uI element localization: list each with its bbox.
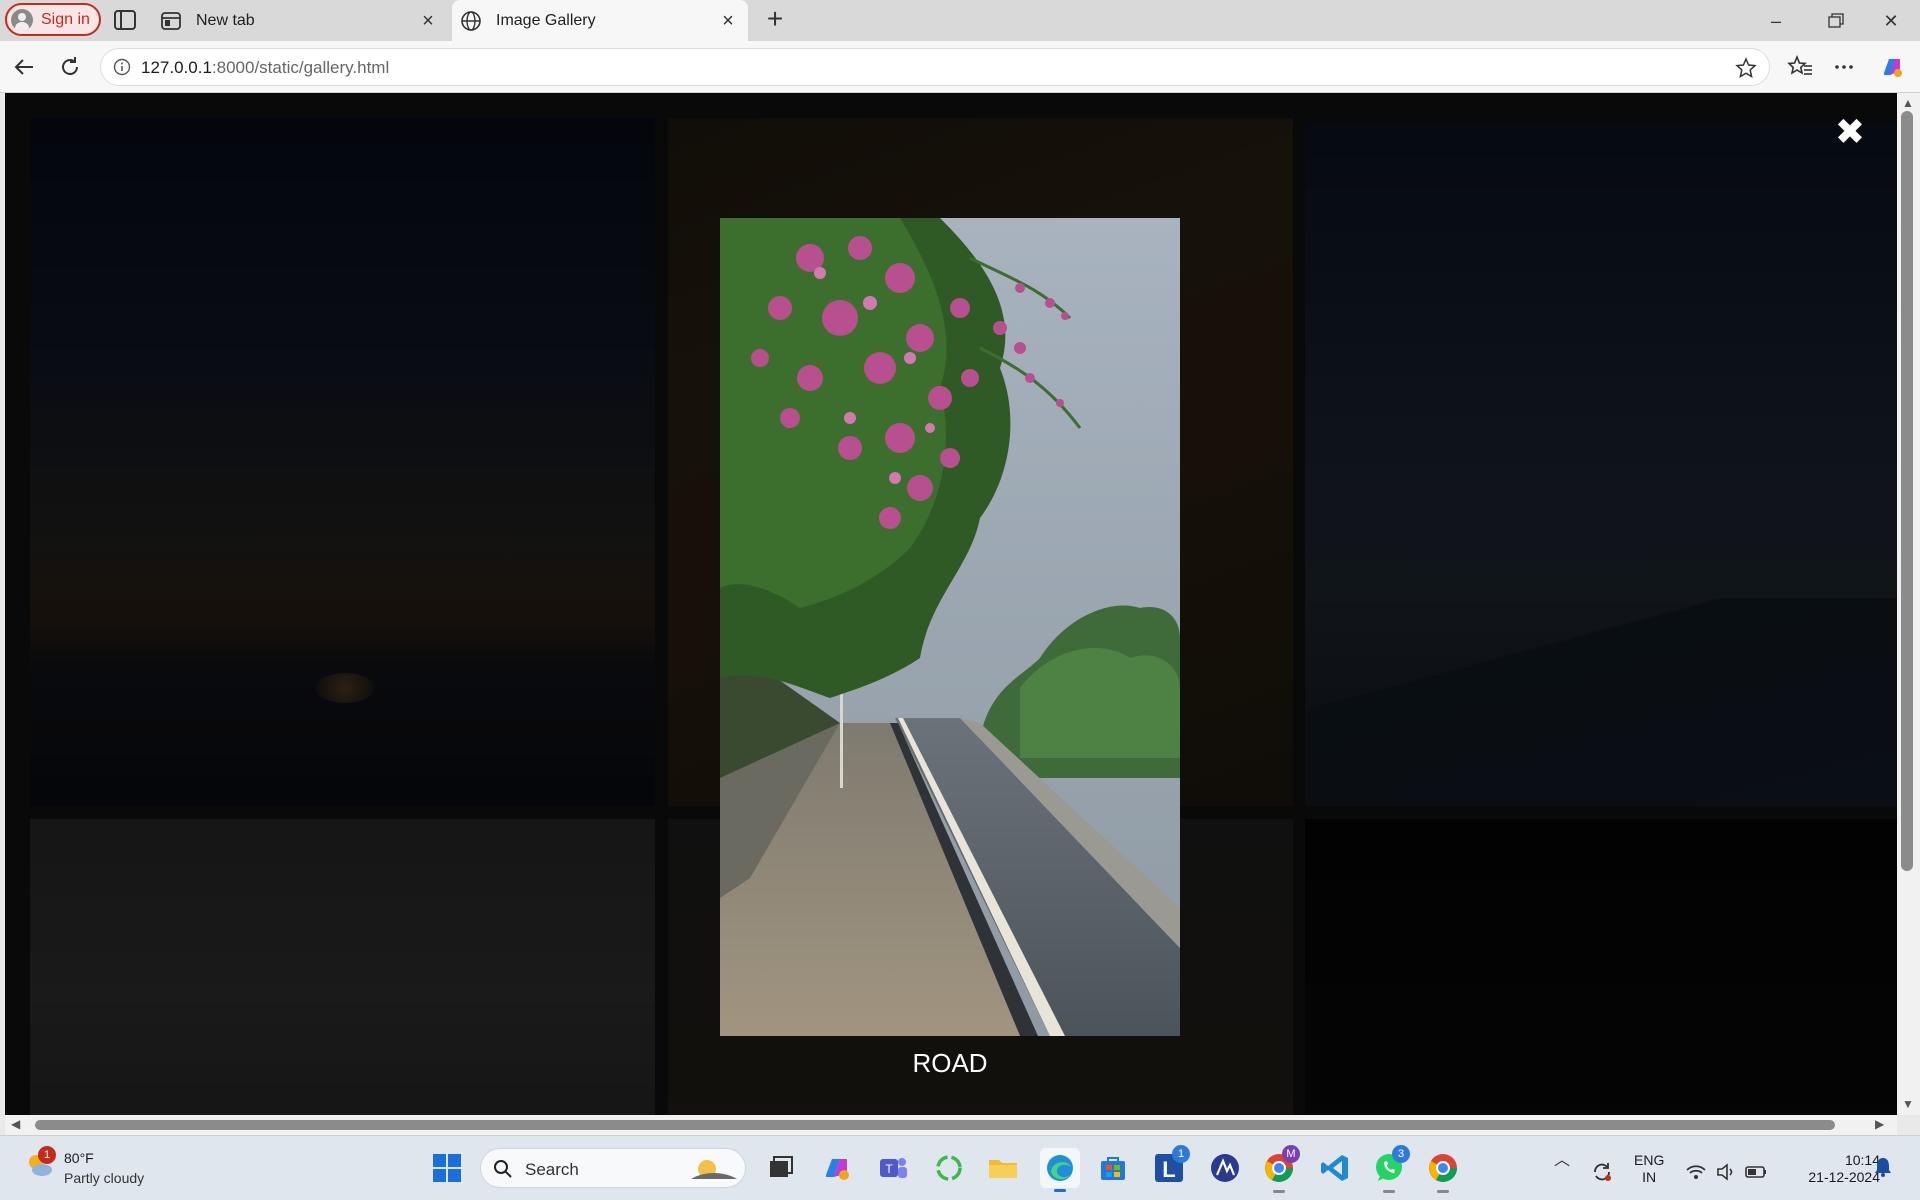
copilot-icon[interactable] xyxy=(1878,53,1906,81)
lightbox-image xyxy=(720,218,1180,1036)
vertical-scroll-thumb[interactable] xyxy=(1901,111,1913,871)
minimize-icon[interactable]: – xyxy=(1756,8,1796,34)
edge-taskbar-button[interactable] xyxy=(1040,1148,1080,1192)
search-icon xyxy=(494,1160,512,1178)
notification-bell-icon[interactable] xyxy=(1874,1156,1892,1178)
show-hidden-icons-chevron-icon[interactable]: ︿ xyxy=(1550,1146,1574,1170)
reload-icon[interactable] xyxy=(56,53,84,81)
tab-title: Image Gallery xyxy=(496,11,596,29)
page-viewport: ✖ ROAD xyxy=(5,93,1897,1115)
taskbar-search-box[interactable]: Search xyxy=(480,1148,746,1188)
copilot-app-icon[interactable] xyxy=(820,1151,854,1185)
whatsapp-badge: 3 xyxy=(1392,1145,1410,1163)
teams-icon[interactable]: T xyxy=(876,1151,910,1185)
weather-widget[interactable]: 1 80°F Partly cloudy xyxy=(20,1146,180,1192)
tab-title: New tab xyxy=(196,11,255,29)
battery-icon[interactable] xyxy=(1744,1160,1768,1184)
address-bar[interactable]: 127.0.0.1:8000/static/gallery.html xyxy=(100,48,1770,86)
lightbox-close-icon[interactable]: ✖ xyxy=(1833,114,1867,150)
windows-start-icon[interactable] xyxy=(430,1151,464,1185)
system-clock[interactable]: 10:14 21-12-2024 xyxy=(1780,1152,1880,1186)
profile-badge-icon: M xyxy=(1282,1145,1300,1163)
volume-icon[interactable] xyxy=(1714,1160,1738,1184)
tab-actions-icon[interactable] xyxy=(112,8,138,32)
sign-in-label: Sign in xyxy=(41,10,90,28)
vector-app-icon[interactable] xyxy=(1208,1151,1242,1185)
horizontal-scroll-thumb[interactable] xyxy=(35,1120,1835,1130)
file-explorer-icon[interactable] xyxy=(986,1151,1020,1185)
input-language-indicator[interactable]: ENG IN xyxy=(1634,1152,1664,1186)
tab-close-icon[interactable]: × xyxy=(718,11,738,31)
sync-circle-icon[interactable] xyxy=(932,1151,966,1185)
new-tab-page-icon xyxy=(161,11,181,30)
url-path: :8000/static/gallery.html xyxy=(211,58,390,77)
vertical-scrollbar[interactable]: ▲ ▼ xyxy=(1897,93,1920,1115)
new-tab-button[interactable]: + xyxy=(760,5,790,34)
task-view-icon[interactable] xyxy=(764,1151,798,1185)
close-window-icon[interactable]: ✕ xyxy=(1871,8,1911,34)
scroll-left-arrow-icon[interactable]: ◀ xyxy=(11,1118,23,1130)
whatsapp-taskbar-button[interactable]: 3 xyxy=(1372,1145,1410,1193)
sync-tray-icon[interactable] xyxy=(1590,1160,1614,1184)
edge-icon xyxy=(1047,1155,1073,1181)
l-app-badge: 1 xyxy=(1172,1145,1190,1163)
clock-date: 21-12-2024 xyxy=(1808,1169,1880,1185)
search-label: Search xyxy=(525,1160,579,1179)
weather-description: Partly cloudy xyxy=(64,1170,145,1186)
horizontal-scrollbar[interactable]: ◀ ▶ xyxy=(5,1115,1897,1135)
svg-text:L: L xyxy=(1162,1157,1175,1182)
language-code: ENG xyxy=(1634,1152,1665,1168)
region-code: IN xyxy=(1642,1169,1657,1185)
taskbar: 1 80°F Partly cloudy Search T L 1 M 3 ︿ … xyxy=(0,1135,1920,1200)
running-indicator xyxy=(1437,1190,1449,1193)
url-text[interactable]: 127.0.0.1:8000/static/gallery.html xyxy=(141,58,389,78)
wifi-icon[interactable] xyxy=(1684,1160,1708,1184)
active-indicator xyxy=(1054,1189,1066,1192)
back-arrow-icon[interactable] xyxy=(10,53,38,81)
favorite-star-icon[interactable] xyxy=(1735,57,1757,79)
sign-in-button[interactable]: Sign in xyxy=(5,3,101,36)
store-icon[interactable] xyxy=(1096,1151,1130,1185)
restore-icon[interactable] xyxy=(1815,8,1855,34)
vscode-icon[interactable] xyxy=(1318,1151,1352,1185)
tab-close-icon[interactable]: × xyxy=(418,11,438,31)
running-indicator xyxy=(1273,1190,1285,1193)
clock-time: 10:14 xyxy=(1844,1152,1880,1168)
search-highlight-icon xyxy=(691,1160,737,1179)
tab-new-tab[interactable]: New tab × xyxy=(152,0,448,41)
more-options-icon[interactable] xyxy=(1830,53,1858,81)
tab-image-gallery[interactable]: Image Gallery × xyxy=(452,0,748,41)
chrome-taskbar-button[interactable] xyxy=(1426,1151,1460,1193)
browser-toolbar: 127.0.0.1:8000/static/gallery.html xyxy=(0,41,1920,93)
weather-alert-badge: 1 xyxy=(38,1146,56,1164)
weather-temperature: 80°F xyxy=(64,1150,94,1166)
l-app-taskbar-button[interactable]: L 1 xyxy=(1152,1145,1190,1185)
running-indicator xyxy=(1383,1190,1395,1193)
globe-icon xyxy=(461,10,481,31)
url-host: 127.0.0.1 xyxy=(141,58,212,77)
site-info-icon[interactable] xyxy=(113,58,131,76)
chrome-icon xyxy=(1429,1154,1457,1182)
favorites-icon[interactable] xyxy=(1786,53,1814,81)
scroll-up-arrow-icon[interactable]: ▲ xyxy=(1902,97,1914,109)
lightbox-caption: ROAD xyxy=(912,1048,988,1078)
browser-tab-strip: Sign in New tab × Image Gallery × + – ✕ xyxy=(0,0,1920,41)
svg-text:T: T xyxy=(885,1162,893,1176)
chrome-profile-taskbar-button[interactable]: M xyxy=(1262,1145,1300,1193)
profile-avatar-icon xyxy=(11,8,33,31)
scroll-down-arrow-icon[interactable]: ▼ xyxy=(1902,1098,1914,1110)
scroll-right-arrow-icon[interactable]: ▶ xyxy=(1875,1118,1887,1130)
